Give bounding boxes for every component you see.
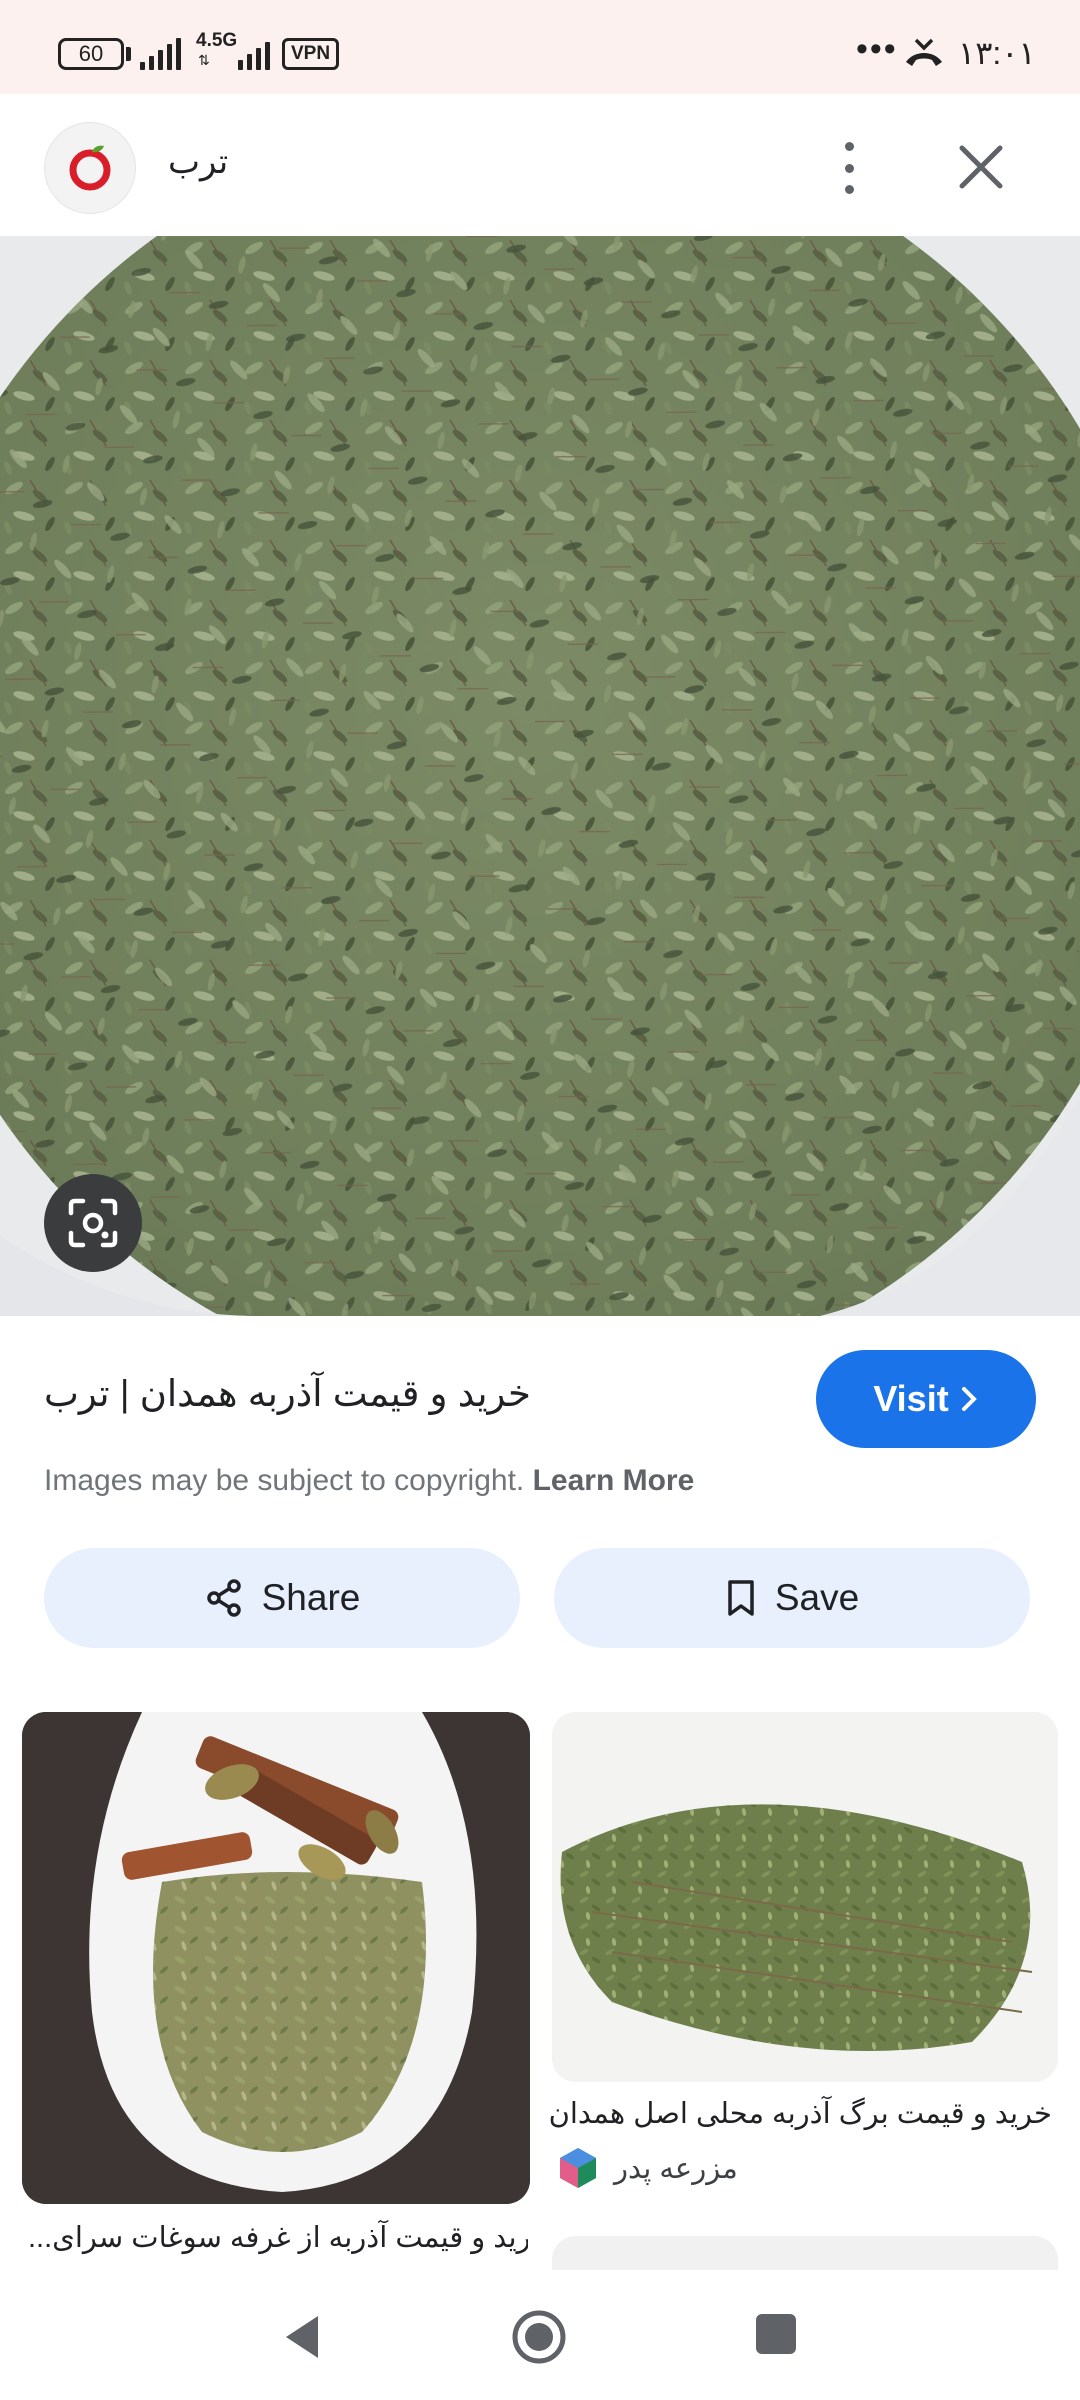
battery-level: 60 (78, 41, 104, 66)
share-button[interactable]: Share (44, 1548, 520, 1648)
status-bar: 60 4.5G ⇅ VPN ••• ۱۳:۰۱ (0, 0, 1080, 94)
source-favicon-icon (560, 2148, 596, 2188)
copyright-text: Images may be subject to copyright. (44, 1464, 525, 1497)
vpn-badge: VPN (282, 38, 340, 70)
signal-icon (140, 36, 181, 70)
more-notifications-icon: ••• (856, 30, 898, 68)
close-icon[interactable] (950, 136, 1012, 198)
google-lens-icon[interactable] (44, 1174, 142, 1272)
result-title: خرید و قیمت آذربه همدان | ترب (44, 1373, 531, 1414)
copyright-notice: Images may be subject to copyright. Lear… (44, 1464, 694, 1498)
viewer-header: ترب (0, 94, 1080, 236)
related-image-spices[interactable] (22, 1712, 530, 2204)
back-triangle-icon[interactable] (280, 2312, 324, 2362)
thyme-image (0, 236, 1080, 1316)
visit-button[interactable]: Visit (816, 1350, 1036, 1448)
save-button[interactable]: Save (554, 1548, 1030, 1648)
bookmark-icon (728, 1580, 754, 1616)
data-arrows-icon: ⇅ (198, 52, 210, 68)
main-image[interactable] (0, 236, 1080, 1316)
save-label: Save (774, 1577, 860, 1618)
battery-tip (126, 47, 131, 61)
clock: ۱۳:۰۱ (958, 35, 1036, 71)
visit-label: Visit (873, 1378, 949, 1419)
chevron-right-icon (961, 1387, 977, 1411)
learn-more-link[interactable]: Learn More (533, 1464, 695, 1497)
missed-call-icon (906, 38, 942, 66)
torob-logo-icon[interactable] (44, 122, 136, 214)
site-name[interactable]: ترب (168, 142, 228, 182)
signal-icon-2 (238, 36, 270, 70)
recents-square-icon[interactable] (756, 2314, 796, 2354)
related-source[interactable]: مزرعه پدر (556, 2146, 738, 2190)
home-circle-icon[interactable] (510, 2308, 568, 2366)
source-name: مزرعه پدر (614, 2152, 738, 2185)
network-type: 4.5G (196, 30, 238, 51)
more-vert-icon[interactable] (826, 138, 872, 198)
system-nav-bar (0, 2270, 1080, 2400)
related-caption[interactable]: خرید و قیمت برگ آذربه محلی اصل همدان (549, 2096, 1052, 2131)
related-caption[interactable]: ...رید و قیمت آذربه از غرفه سوغات سرای (28, 2220, 528, 2255)
share-icon (206, 1579, 241, 1617)
related-image-thyme-bundle[interactable] (552, 1712, 1058, 2082)
share-label: Share (261, 1577, 361, 1618)
battery-icon: 60 (58, 38, 124, 70)
